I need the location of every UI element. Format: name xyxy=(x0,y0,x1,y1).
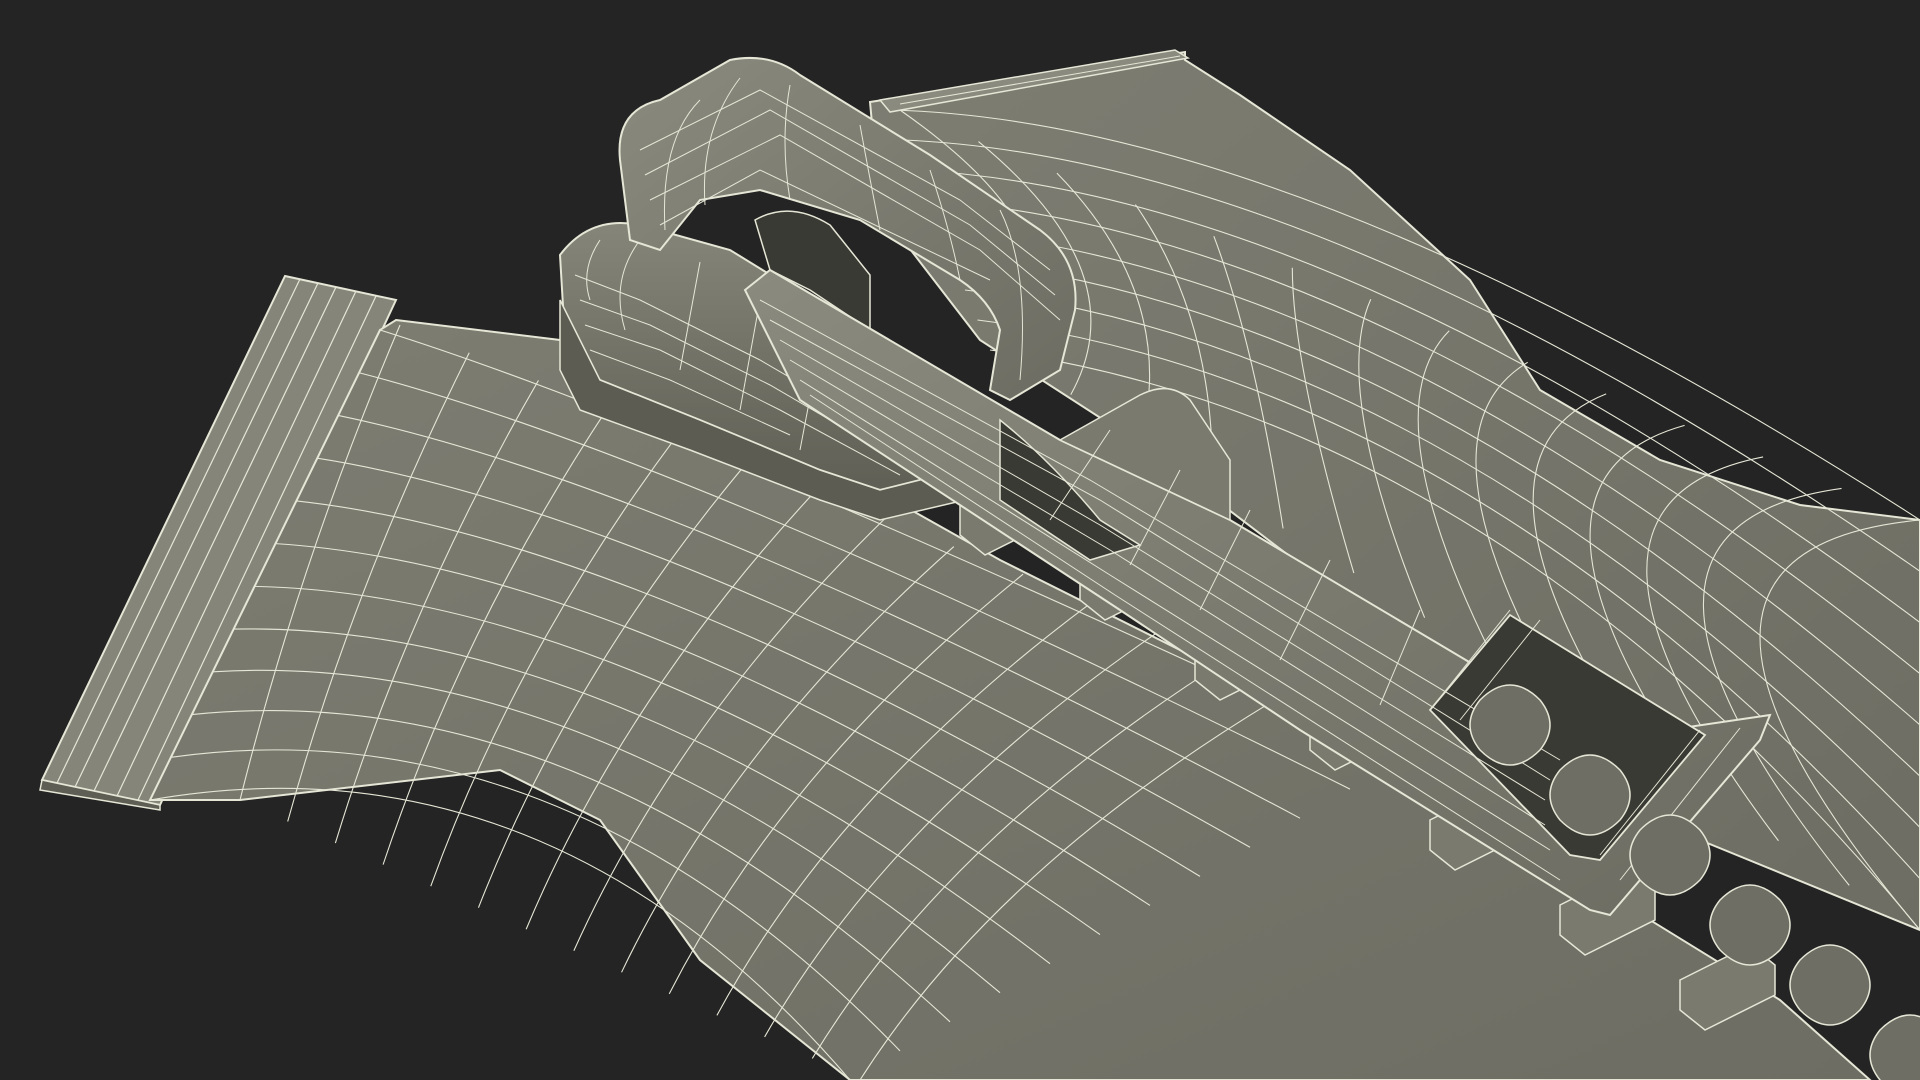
render-viewport xyxy=(0,0,1920,1080)
zipper-wireframe-render xyxy=(0,0,1920,1080)
